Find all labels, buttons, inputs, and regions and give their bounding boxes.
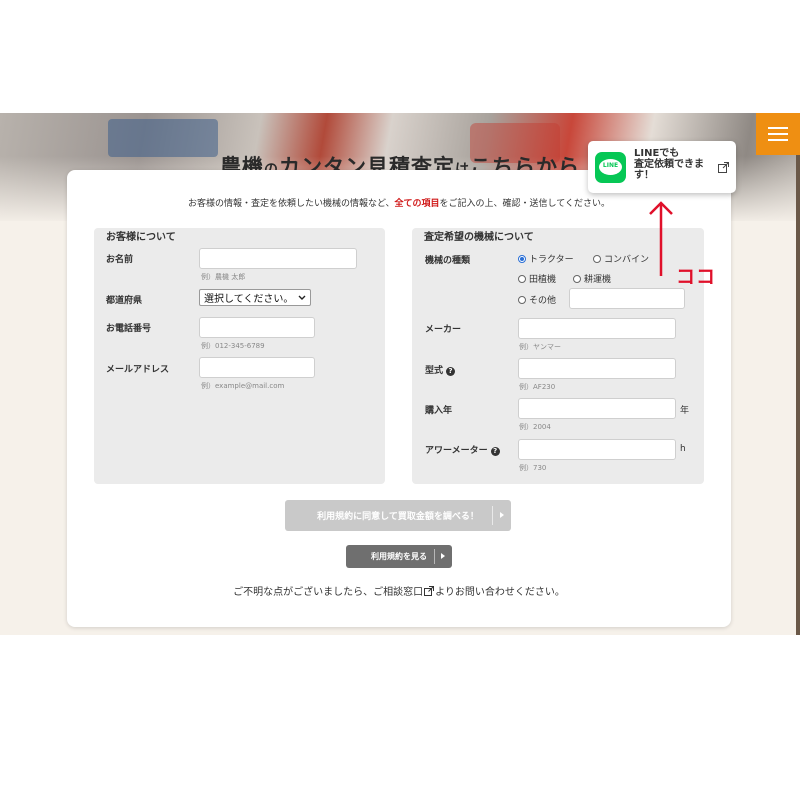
- menu-button[interactable]: [756, 113, 800, 155]
- customer-panel-title: お客様について: [106, 232, 176, 243]
- line-popup-line: 査定依頼できま: [634, 159, 704, 170]
- button-divider: [492, 506, 493, 525]
- intro-text: をご記入の上、確認・送信してください。: [439, 199, 611, 209]
- radio-button[interactable]: [518, 254, 526, 263]
- email-label: メールアドレス: [106, 365, 170, 375]
- view-terms-button[interactable]: 利用規約を見る: [346, 545, 452, 568]
- radio-cultivator[interactable]: 耕運機: [573, 272, 611, 285]
- model-hint: 例）AF230: [519, 383, 556, 391]
- hour-unit: h: [680, 444, 686, 454]
- name-hint: 例）農機 太郎: [201, 273, 246, 281]
- external-link-icon[interactable]: [424, 586, 435, 596]
- year-unit: 年: [680, 406, 690, 416]
- form-intro: お客様の情報・査定を依頼したい機械の情報など、全ての項目をご記入の上、確認・送信…: [67, 196, 731, 209]
- button-divider: [434, 549, 435, 564]
- up-arrow-icon: [649, 201, 673, 276]
- model-field[interactable]: [518, 358, 676, 379]
- hour-hint: 例）730: [519, 464, 547, 472]
- line-popup-line: LINEでも: [634, 148, 680, 159]
- radio-button[interactable]: [518, 295, 526, 304]
- model-label-text: 型式: [425, 366, 444, 376]
- line-logo-text: LINE: [602, 162, 619, 169]
- hour-meter-field[interactable]: [518, 439, 676, 460]
- radio-button[interactable]: [573, 274, 581, 283]
- radio-tractor[interactable]: トラクター: [518, 252, 574, 265]
- radio-combine[interactable]: コンバイン: [593, 252, 649, 265]
- intro-text: お客様の情報・査定を依頼したい機械の情報など、: [187, 199, 395, 209]
- external-link-icon: [718, 162, 729, 173]
- help-icon[interactable]: ?: [446, 367, 456, 376]
- help-icon[interactable]: ?: [490, 447, 500, 456]
- radio-label: その他: [529, 296, 557, 306]
- machine-type-label: 機械の種類: [425, 256, 471, 266]
- year-hint: 例）2004: [519, 423, 551, 431]
- purchase-year-label: 購入年: [425, 406, 453, 416]
- hour-meter-label-text: アワーメーター: [425, 446, 488, 456]
- contact-text: ご不明な点がございましたら、ご相談窓口: [233, 587, 424, 598]
- prefecture-label: 都道府県: [106, 296, 143, 306]
- name-label: お名前: [106, 255, 134, 265]
- email-hint: 例）example@mail.com: [201, 382, 285, 390]
- phone-label: お電話番号: [106, 324, 152, 334]
- radio-other[interactable]: その他: [518, 293, 556, 306]
- menu-icon: [768, 133, 788, 135]
- contact-text: よりお問い合わせください。: [435, 587, 565, 598]
- name-field[interactable]: [199, 248, 357, 269]
- maker-field[interactable]: [518, 318, 676, 339]
- maker-label: メーカー: [425, 325, 462, 335]
- page-edge: [796, 155, 800, 635]
- radio-label: 田植機: [529, 275, 557, 285]
- prefecture-select-value: 選択してください。: [204, 294, 294, 305]
- maker-hint: 例）ヤンマー: [519, 343, 561, 351]
- menu-icon: [768, 139, 788, 141]
- hour-meter-label: アワーメーター?: [425, 443, 500, 456]
- line-popup-line: す！: [634, 170, 654, 181]
- phone-field[interactable]: [199, 317, 315, 338]
- radio-label: トラクター: [529, 255, 574, 265]
- chevron-down-icon: [298, 295, 306, 300]
- intro-highlight: 全ての項目: [394, 199, 440, 209]
- prefecture-select[interactable]: 選択してください。: [199, 289, 311, 306]
- purchase-year-field[interactable]: [518, 398, 676, 419]
- chevron-right-icon: [500, 512, 504, 518]
- radio-button[interactable]: [593, 254, 601, 263]
- agree-button-label: 利用規約に同意して買取金額を調べる！: [317, 512, 479, 522]
- model-label: 型式?: [425, 363, 456, 376]
- menu-icon: [768, 127, 788, 129]
- phone-hint: 例）012-345-6789: [201, 342, 265, 350]
- annotation-label: ココ: [676, 266, 717, 288]
- line-popup[interactable]: LINE LINEでも 査定依頼できま す！: [588, 141, 736, 193]
- terms-button-label: 利用規約を見る: [371, 552, 427, 561]
- contact-note: ご不明な点がございましたら、ご相談窓口 よりお問い合わせください。: [67, 583, 731, 598]
- radio-label: 耕運機: [584, 275, 612, 285]
- line-logo-icon: LINE: [595, 152, 626, 183]
- radio-button[interactable]: [518, 274, 526, 283]
- radio-label: コンバイン: [604, 255, 650, 265]
- agree-and-check-price-button[interactable]: 利用規約に同意して買取金額を調べる！: [285, 500, 511, 531]
- line-popup-text: LINEでも 査定依頼できま す！: [634, 148, 704, 181]
- machine-panel-title: 査定希望の機械について: [424, 232, 534, 243]
- estimate-form-card: お客様の情報・査定を依頼したい機械の情報など、全ての項目をご記入の上、確認・送信…: [67, 170, 731, 627]
- radio-rice-planter[interactable]: 田植機: [518, 272, 556, 285]
- customer-panel: お客様について お名前 例）農機 太郎 都道府県 選択してください。 お電話番号…: [94, 228, 385, 484]
- other-type-field[interactable]: [569, 288, 685, 309]
- email-field[interactable]: [199, 357, 315, 378]
- chevron-right-icon: [441, 553, 445, 559]
